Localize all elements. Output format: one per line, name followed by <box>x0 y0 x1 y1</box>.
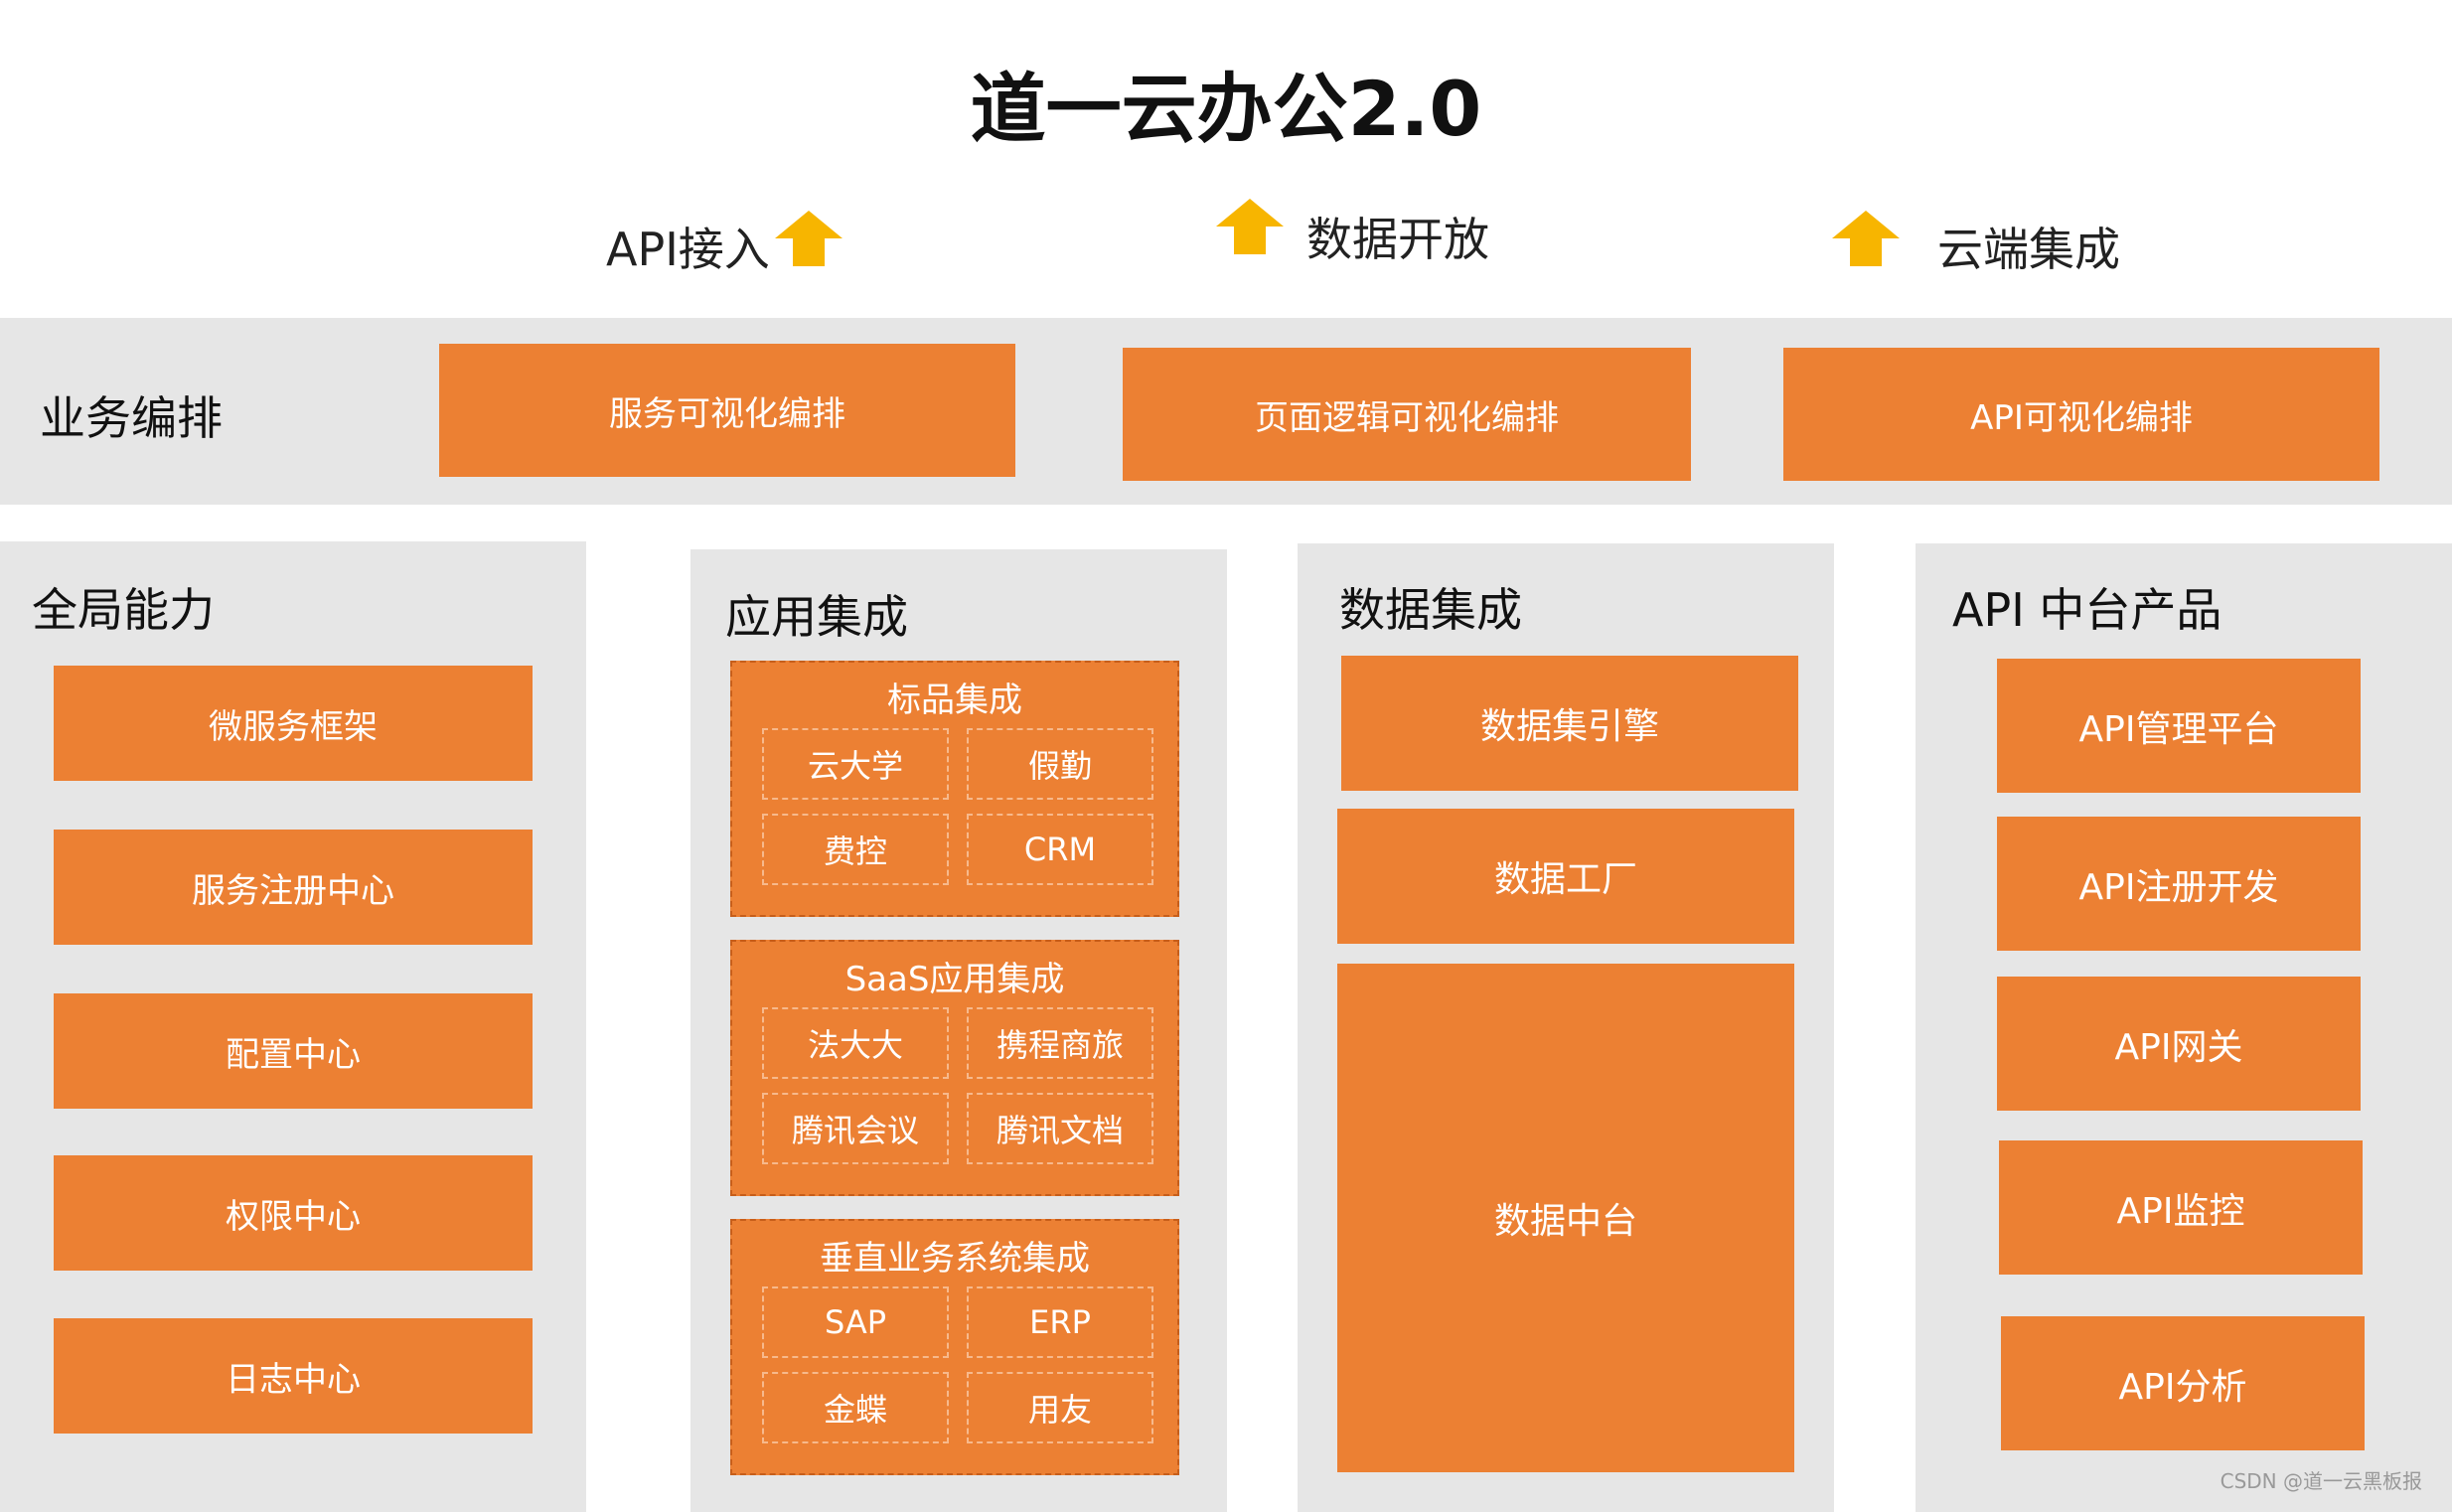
global-title: 全局能力 <box>32 583 215 637</box>
app-cell: 金蝶 <box>762 1372 949 1443</box>
app-cell: CRM <box>967 814 1153 885</box>
app-cell: 腾讯会议 <box>762 1093 949 1164</box>
data-title: 数据集成 <box>1339 583 1522 637</box>
global-item: 权限中心 <box>54 1155 533 1271</box>
app-cell: ERP <box>967 1286 1153 1358</box>
api-item: API管理平台 <box>1997 659 2361 793</box>
page-title: 道一云办公2.0 <box>970 65 1482 153</box>
data-item: 数据中台 <box>1337 964 1794 1472</box>
app-cell: 腾讯文档 <box>967 1093 1153 1164</box>
global-item: 日志中心 <box>54 1318 533 1434</box>
api-item: API网关 <box>1997 977 2361 1111</box>
global-item: 服务注册中心 <box>54 830 533 945</box>
app-cell: 携程商旅 <box>967 1007 1153 1079</box>
api-access-label: API接入 <box>606 223 770 276</box>
watermark: CSDN @道一云黑板报 <box>2220 1469 2422 1493</box>
up-arrow-icon <box>1216 199 1284 254</box>
api-item: API监控 <box>1999 1140 2363 1275</box>
orchestration-item: 服务可视化编排 <box>439 344 1015 477</box>
app-title: 应用集成 <box>725 590 908 644</box>
up-arrow-icon <box>775 211 843 266</box>
app-cell: 云大学 <box>762 728 949 800</box>
app-cell: SAP <box>762 1286 949 1358</box>
group-title: 垂直业务系统集成 <box>820 1239 1090 1279</box>
up-arrow-icon <box>1832 211 1900 266</box>
group-title: SaaS应用集成 <box>844 960 1065 999</box>
app-cell: 费控 <box>762 814 949 885</box>
api-item: API分析 <box>2001 1316 2365 1450</box>
api-item: API注册开发 <box>1997 817 2361 951</box>
orchestration-item: API可视化编排 <box>1783 348 2379 481</box>
data-open-label: 数据开放 <box>1306 213 1489 266</box>
global-item: 微服务框架 <box>54 666 533 781</box>
cloud-integration-label: 云端集成 <box>1937 223 2120 276</box>
orchestration-item: 页面逻辑可视化编排 <box>1123 348 1691 481</box>
group-title: 标品集成 <box>887 680 1022 720</box>
global-item: 配置中心 <box>54 993 533 1109</box>
app-cell: 用友 <box>967 1372 1153 1443</box>
app-group-standard: 标品集成 云大学 假勤 费控 CRM <box>730 661 1179 917</box>
app-cell: 法大大 <box>762 1007 949 1079</box>
api-title: API 中台产品 <box>1952 583 2222 637</box>
app-group-saas: SaaS应用集成 法大大 携程商旅 腾讯会议 腾讯文档 <box>730 940 1179 1196</box>
data-item: 数据工厂 <box>1337 809 1794 944</box>
app-group-vertical: 垂直业务系统集成 SAP ERP 金蝶 用友 <box>730 1219 1179 1475</box>
data-item: 数据集引擎 <box>1341 656 1798 791</box>
app-cell: 假勤 <box>967 728 1153 800</box>
orchestration-label: 业务编排 <box>40 391 223 445</box>
